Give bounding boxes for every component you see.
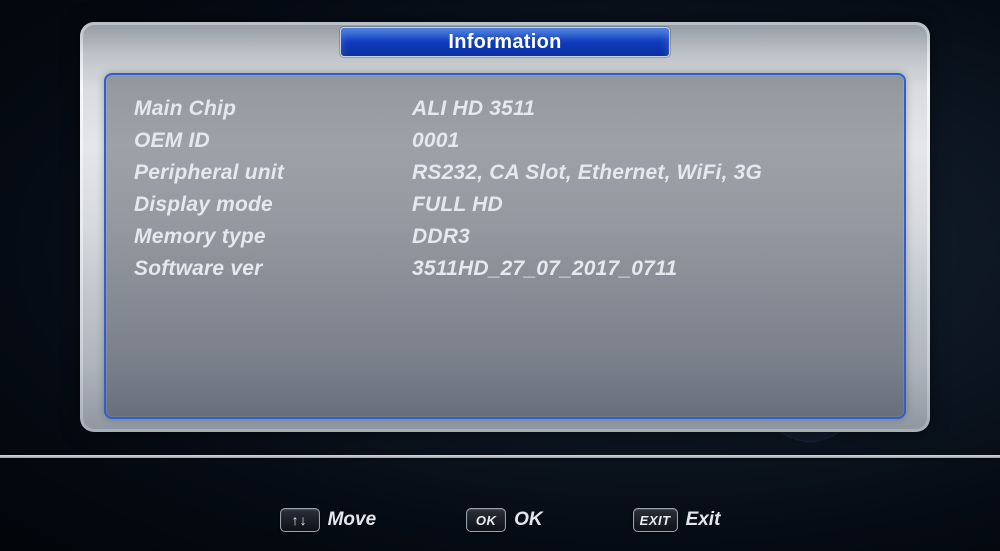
- info-row: Software ver 3511HD_27_07_2017_0711: [134, 253, 876, 285]
- info-label: Display mode: [134, 193, 412, 217]
- hint-label: Move: [328, 509, 377, 531]
- info-row: OEM ID 0001: [134, 125, 876, 157]
- hint-label: OK: [514, 509, 543, 531]
- window-title: Information: [448, 31, 561, 54]
- info-value: DDR3: [412, 225, 470, 249]
- info-label: Software ver: [134, 257, 412, 281]
- hint-exit[interactable]: EXIT Exit: [633, 508, 721, 532]
- title-bar: Information: [340, 27, 670, 57]
- info-row: Memory type DDR3: [134, 221, 876, 253]
- info-label: Memory type: [134, 225, 412, 249]
- hint-bar: ↑↓ Move OK OK EXIT Exit: [0, 500, 1000, 540]
- info-label: Main Chip: [134, 97, 412, 121]
- info-value: ALI HD 3511: [412, 97, 535, 121]
- hint-ok[interactable]: OK OK: [466, 508, 543, 532]
- info-value: FULL HD: [412, 193, 503, 217]
- info-row: Main Chip ALI HD 3511: [134, 93, 876, 125]
- info-row: Peripheral unit RS232, CA Slot, Ethernet…: [134, 157, 876, 189]
- info-label: OEM ID: [134, 129, 412, 153]
- info-value: RS232, CA Slot, Ethernet, WiFi, 3G: [412, 161, 762, 185]
- exit-key-icon: EXIT: [633, 508, 678, 532]
- info-label: Peripheral unit: [134, 161, 412, 185]
- info-panel: Main Chip ALI HD 3511 OEM ID 0001 Periph…: [104, 73, 906, 419]
- info-window: Information Main Chip ALI HD 3511 OEM ID…: [80, 22, 930, 432]
- info-row: Display mode FULL HD: [134, 189, 876, 221]
- updown-icon: ↑↓: [280, 508, 320, 532]
- hint-label: Exit: [686, 509, 721, 531]
- info-value: 0001: [412, 129, 460, 153]
- ok-key-icon: OK: [466, 508, 506, 532]
- hint-move[interactable]: ↑↓ Move: [280, 508, 377, 532]
- divider: [0, 455, 1000, 458]
- info-value: 3511HD_27_07_2017_0711: [412, 257, 677, 281]
